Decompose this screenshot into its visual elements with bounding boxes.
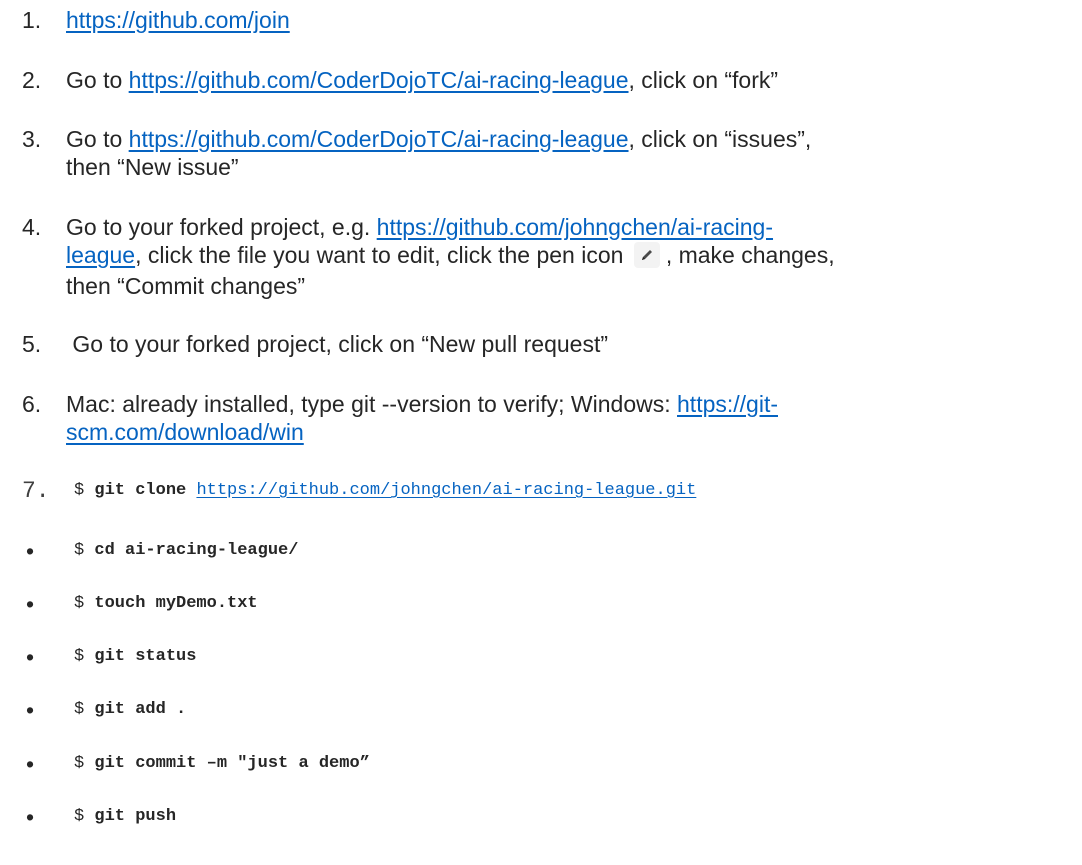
bullet: • bbox=[26, 644, 35, 670]
bullet: • bbox=[26, 538, 35, 564]
bullet: • bbox=[26, 804, 35, 830]
step-5: 5. Go to your forked project, click on “… bbox=[22, 330, 1072, 358]
step-text: Mac: already installed, type git --versi… bbox=[66, 391, 678, 417]
command-text: git add . bbox=[94, 700, 187, 719]
step-text: , click the file you want to edit, click… bbox=[135, 242, 624, 268]
step-4: 4. Go to your forked project, e.g. https… bbox=[22, 213, 1072, 300]
step-1: 1. https://github.com/join bbox=[22, 6, 1072, 34]
git-download-link[interactable]: https://git- bbox=[677, 391, 778, 417]
prompt-symbol: $ bbox=[74, 481, 85, 500]
command-item: • $ git status bbox=[22, 643, 1072, 671]
command-item: • $ git push bbox=[22, 803, 1072, 831]
step-text: , click on “fork” bbox=[628, 67, 779, 93]
bullet: • bbox=[26, 697, 35, 723]
forked-repo-link[interactable]: https://github.com/johngchen/ai-racing- bbox=[377, 214, 773, 240]
step-number: 6. bbox=[22, 391, 42, 417]
step-7-clone: 7. $ git clone https://github.com/johngc… bbox=[22, 477, 1072, 505]
bullet: • bbox=[26, 751, 35, 777]
prompt-symbol: $ bbox=[74, 647, 85, 666]
step-text: Go to bbox=[66, 67, 129, 93]
bullet: • bbox=[26, 591, 35, 617]
command-text: git clone bbox=[94, 481, 187, 500]
repo-link[interactable]: https://github.com/CoderDojoTC/ai-racing… bbox=[129, 126, 629, 152]
step-6: 6. Mac: already installed, type git --ve… bbox=[22, 390, 1072, 446]
step-3: 3. Go to https://github.com/CoderDojoTC/… bbox=[22, 125, 1072, 181]
command-item: • $ touch myDemo.txt bbox=[22, 590, 1072, 618]
command-text: touch myDemo.txt bbox=[94, 594, 258, 613]
forked-repo-link-continued[interactable]: league bbox=[66, 242, 135, 268]
git-download-link-continued[interactable]: scm.com/download/win bbox=[66, 419, 304, 445]
github-join-link[interactable]: https://github.com/join bbox=[66, 7, 290, 33]
step-text: then “Commit changes” bbox=[66, 272, 306, 299]
command-item: • $ git commit –m "just a demo” bbox=[22, 750, 1072, 778]
step-text: , make changes, bbox=[665, 242, 835, 268]
prompt-symbol: $ bbox=[74, 754, 85, 773]
command-text: git status bbox=[94, 647, 197, 666]
command-item: • $ cd ai-racing-league/ bbox=[22, 537, 1072, 565]
command-text: git commit –m "just a demo” bbox=[94, 754, 370, 773]
step-number: 5. bbox=[22, 331, 42, 357]
clone-url-link[interactable]: https://github.com/johngchen/ai-racing-l… bbox=[196, 481, 696, 500]
step-text: then “New issue” bbox=[66, 154, 239, 180]
prompt-symbol: $ bbox=[74, 594, 85, 613]
pen-icon bbox=[633, 241, 660, 268]
step-text: Go to your forked project, click on “New… bbox=[66, 331, 609, 357]
command-text: cd ai-racing-league/ bbox=[94, 541, 299, 560]
repo-link[interactable]: https://github.com/CoderDojoTC/ai-racing… bbox=[129, 67, 629, 93]
step-2: 2. Go to https://github.com/CoderDojoTC/… bbox=[22, 66, 1072, 94]
step-text: Go to your forked project, e.g. bbox=[66, 214, 377, 240]
step-text: , click on “issues”, bbox=[628, 126, 812, 152]
prompt-symbol: $ bbox=[74, 700, 85, 719]
step-text: Go to bbox=[66, 126, 129, 152]
prompt-symbol: $ bbox=[74, 541, 85, 560]
prompt-symbol: $ bbox=[74, 807, 85, 826]
command-text: git push bbox=[94, 807, 177, 826]
step-number: 2. bbox=[22, 67, 42, 93]
command-item: • $ git add . bbox=[22, 696, 1072, 724]
step-number: 3. bbox=[22, 126, 42, 152]
step-number: 1. bbox=[22, 7, 42, 33]
step-number: 4. bbox=[22, 214, 42, 240]
step-number: 7. bbox=[22, 478, 50, 504]
instruction-page: 1. https://github.com/join 2. Go to http… bbox=[0, 0, 1082, 865]
